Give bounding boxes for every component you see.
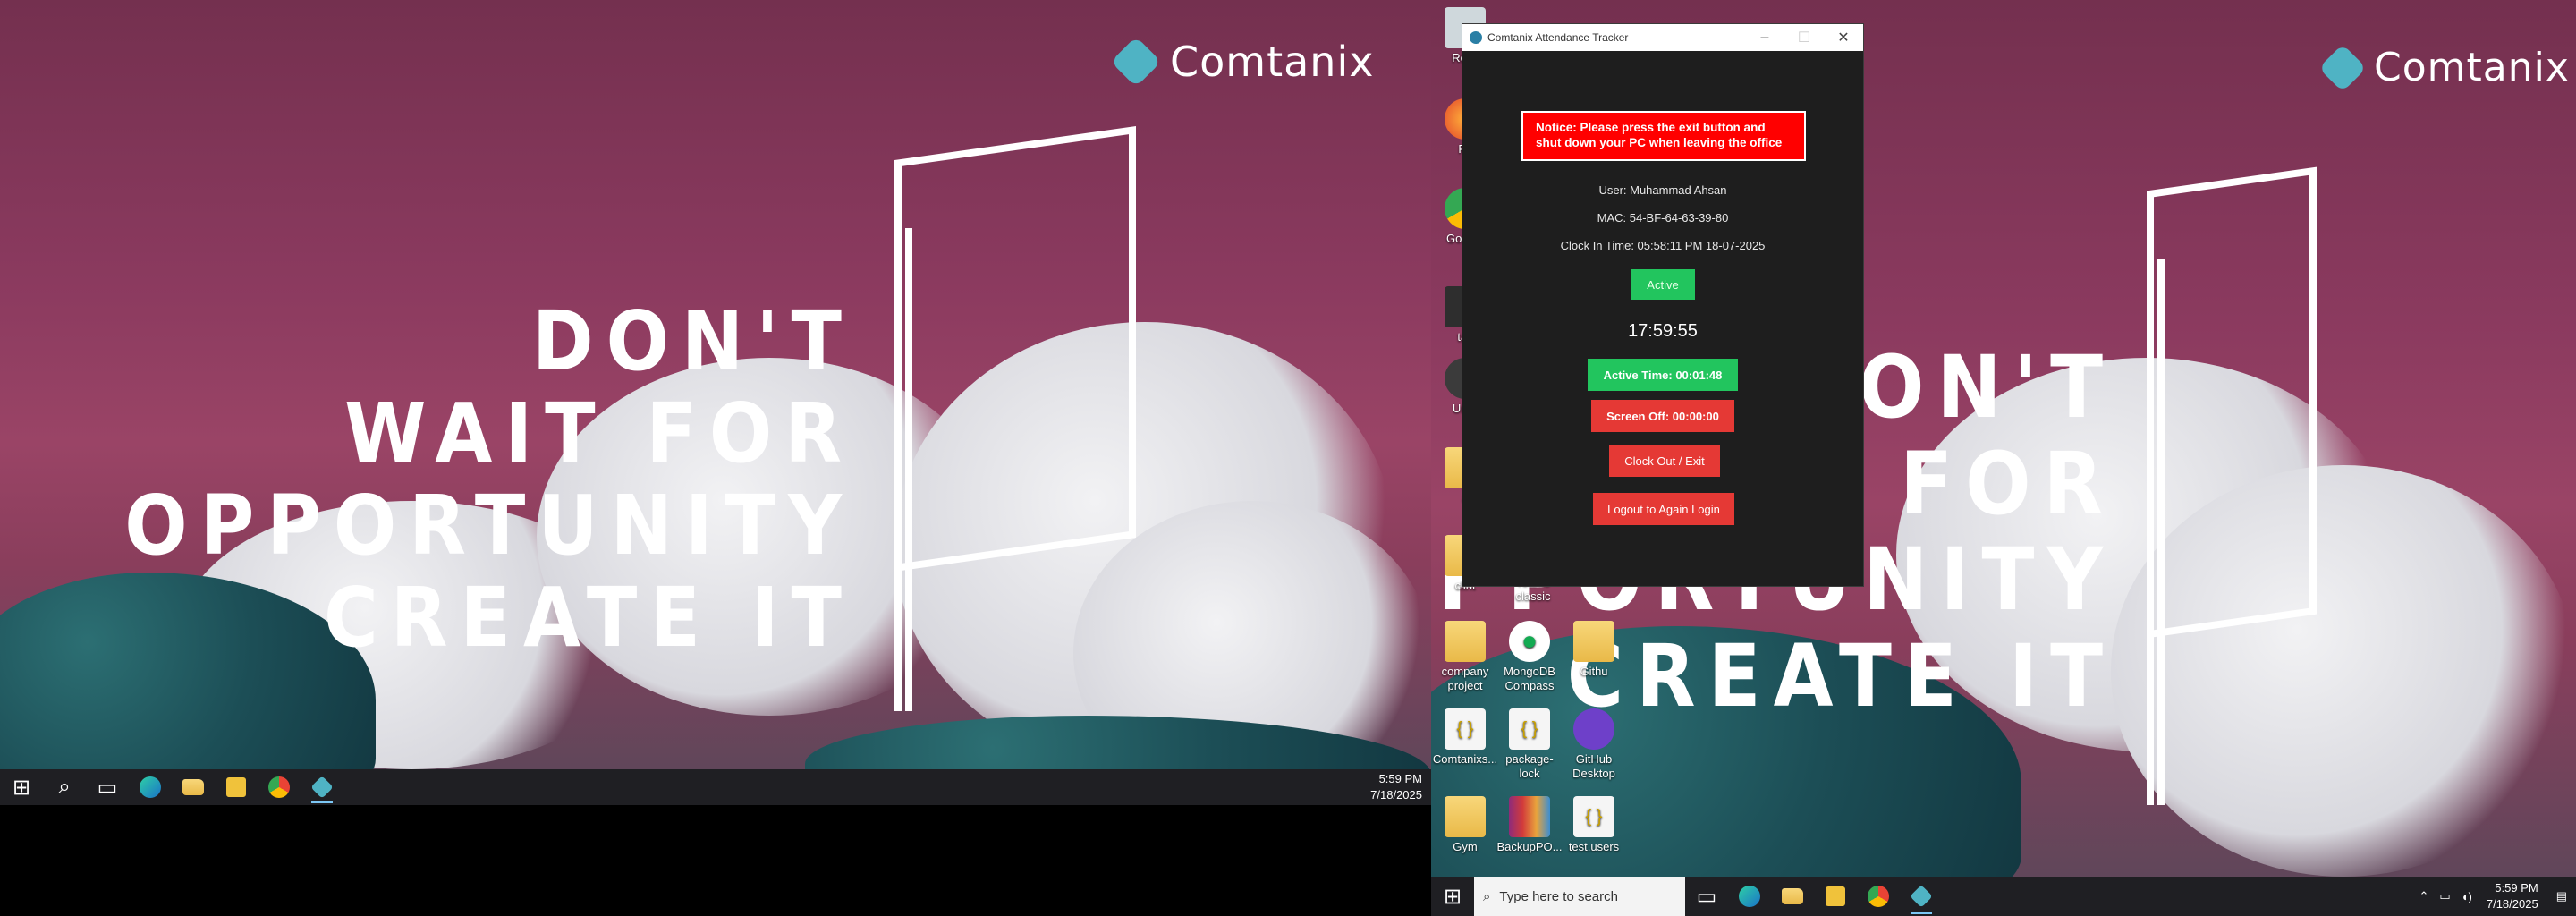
desktop-icon-label: MongoDB Compass xyxy=(1504,665,1555,693)
desktop-icon-company-project[interactable]: company project xyxy=(1431,621,1499,694)
chrome-icon[interactable] xyxy=(258,769,301,805)
mac-label: MAC: 54-BF-64-63-39-80 xyxy=(1597,211,1729,225)
github-icon xyxy=(1573,708,1614,750)
folder-icon xyxy=(1573,621,1614,662)
json-file-icon: { } xyxy=(1509,708,1550,750)
system-tray: ⌃ ▭ ◖) 5:59 PM 7/18/2025 ▤ xyxy=(2413,880,2576,912)
clock-in-label: Clock In Time: 05:58:11 PM 18-07-2025 xyxy=(1560,239,1766,252)
comtanix-app-icon[interactable] xyxy=(301,769,343,805)
window-content: Notice: Please press the exit button and… xyxy=(1462,51,1863,588)
file-explorer-icon[interactable] xyxy=(1771,877,1814,916)
task-view-icon[interactable]: ▭ xyxy=(86,769,129,805)
desktop-icon-github-desktop[interactable]: GitHub Desktop xyxy=(1560,708,1628,782)
attendance-tracker-window: Comtanix Attendance Tracker – ☐ ✕ Notice… xyxy=(1462,23,1864,587)
folder-icon xyxy=(1445,621,1486,662)
desktop-icon-label: BackupPO... xyxy=(1496,840,1563,853)
clock-out-button[interactable]: Clock Out / Exit xyxy=(1609,445,1720,477)
status-badge: Active xyxy=(1631,269,1695,300)
slogan-text: DON'T WAIT FOR OPPORTUNITY CREATE IT xyxy=(124,295,854,664)
desktop-icon-label: Gym xyxy=(1453,840,1478,853)
desktop-icon-label: test.users xyxy=(1568,840,1620,853)
minimize-icon[interactable]: – xyxy=(1745,24,1784,51)
logout-button[interactable]: Logout to Again Login xyxy=(1593,493,1734,525)
comtanix-app-icon[interactable] xyxy=(1900,877,1943,916)
chevron-up-icon[interactable]: ⌃ xyxy=(2413,889,2434,903)
slogan-line: WAIT FOR xyxy=(344,386,854,482)
notifications-icon[interactable]: ▤ xyxy=(2547,889,2576,903)
search-icon: ⌕ xyxy=(1483,888,1491,904)
clock-time: 5:59 PM xyxy=(1378,772,1422,786)
desktop-icon-label: Githu xyxy=(1580,665,1608,678)
slogan-line: OPPORTUNITY xyxy=(124,478,854,574)
system-tray: 5:59 PM 7/18/2025 xyxy=(1361,771,1431,802)
folder-icon xyxy=(1445,796,1486,837)
window-title: Comtanix Attendance Tracker xyxy=(1487,31,1629,44)
search-icon[interactable]: ⌕ xyxy=(43,769,86,805)
search-placeholder: Type here to search xyxy=(1499,888,1618,904)
taskbar: ⊞ ⌕ ▭ 5:59 PM 7/18/2025 xyxy=(0,769,1431,805)
brand-logo: Comtanix xyxy=(1110,36,1375,88)
clock-date: 7/18/2025 xyxy=(1370,788,1422,802)
store-icon[interactable] xyxy=(215,769,258,805)
notice-banner: Notice: Please press the exit button and… xyxy=(1521,111,1806,161)
desktop-icon-mongodb-compass[interactable]: ● MongoDB Compass xyxy=(1496,621,1563,694)
desktop-icon-package-lock[interactable]: { } package-lock xyxy=(1496,708,1563,782)
windows-start-icon[interactable]: ⊞ xyxy=(1431,877,1474,916)
edge-icon[interactable] xyxy=(129,769,172,805)
desktop-icon-label: company project xyxy=(1441,665,1489,693)
task-view-icon[interactable]: ▭ xyxy=(1685,877,1728,916)
desktop-icon-test-users[interactable]: { } test.users xyxy=(1560,796,1628,854)
file-explorer-icon[interactable] xyxy=(172,769,215,805)
door-frame-shape xyxy=(2147,259,2165,805)
taskbar-search-box[interactable]: ⌕ Type here to search xyxy=(1474,877,1685,916)
comtanix-logo-icon xyxy=(1110,36,1162,88)
taskbar-clock[interactable]: 5:59 PM 7/18/2025 xyxy=(1361,771,1431,802)
clock-time: 5:59 PM xyxy=(2495,881,2538,895)
chrome-icon[interactable] xyxy=(1857,877,1900,916)
brand-logo: Comtanix xyxy=(2318,43,2570,92)
desktop-icon-label: GitHub Desktop xyxy=(1572,752,1615,781)
json-file-icon: { } xyxy=(1445,708,1486,750)
active-time-badge: Active Time: 00:01:48 xyxy=(1588,359,1738,391)
edge-icon[interactable] xyxy=(1728,877,1771,916)
maximize-icon[interactable]: ☐ xyxy=(1784,24,1824,51)
desktop-icon-github-folder[interactable]: Githu xyxy=(1560,621,1628,679)
mongodb-icon: ● xyxy=(1509,621,1550,662)
clock-date: 7/18/2025 xyxy=(2486,897,2538,911)
taskbar-clock[interactable]: 5:59 PM 7/18/2025 xyxy=(2478,880,2547,912)
store-icon[interactable] xyxy=(1814,877,1857,916)
windows-start-icon[interactable]: ⊞ xyxy=(0,769,43,805)
desktop-icon-backup[interactable]: BackupPO... xyxy=(1496,796,1563,854)
comtanix-app-icon xyxy=(1470,31,1482,44)
desktop-icon-label: package-lock xyxy=(1505,752,1554,781)
brand-name: Comtanix xyxy=(2374,45,2570,90)
window-titlebar[interactable]: Comtanix Attendance Tracker – ☐ ✕ xyxy=(1462,24,1863,51)
json-file-icon: { } xyxy=(1573,796,1614,837)
desktop-icon-gym[interactable]: Gym xyxy=(1431,796,1499,854)
brand-name: Comtanix xyxy=(1170,38,1375,86)
slogan-line: DON'T xyxy=(531,293,854,389)
screen-off-badge: Screen Off: 00:00:00 xyxy=(1591,400,1734,432)
network-icon[interactable]: ▭ xyxy=(2434,889,2455,903)
comtanix-logo-icon xyxy=(2318,43,2367,92)
volume-icon[interactable]: ◖) xyxy=(2456,890,2478,903)
winrar-icon xyxy=(1509,796,1550,837)
desktop-icon-comtanixs[interactable]: { } Comtanixs... xyxy=(1431,708,1499,767)
close-icon[interactable]: ✕ xyxy=(1824,24,1863,51)
current-time: 17:59:55 xyxy=(1628,321,1698,341)
left-monitor: Comtanix DON'T WAIT FOR OPPORTUNITY CREA… xyxy=(0,0,1431,805)
slogan-line: CREATE IT xyxy=(323,570,854,666)
door-frame-shape xyxy=(2147,166,2317,639)
door-frame-shape xyxy=(894,126,1136,572)
door-frame-shape xyxy=(894,228,912,711)
user-label: User: Muhammad Ahsan xyxy=(1598,183,1727,197)
desktop-icon-label: Comtanixs... xyxy=(1432,752,1498,766)
taskbar: ⊞ ⌕ Type here to search ▭ ⌃ ▭ ◖) 5:59 PM… xyxy=(1431,877,2576,916)
